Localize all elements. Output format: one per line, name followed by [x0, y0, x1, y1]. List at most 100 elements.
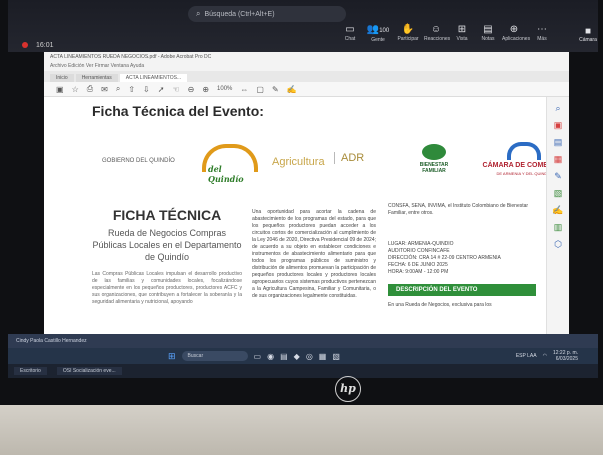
notes-button[interactable]: ▤ Notas	[476, 24, 500, 42]
bienestar-familiar-logo: BIENESTAR FAMILIAR	[412, 144, 456, 174]
taskbar-search[interactable]: Buscar	[181, 351, 248, 361]
raise-hand-button[interactable]: ✋ Participar	[396, 24, 420, 42]
file-explorer-icon[interactable]: ▤	[280, 352, 288, 361]
reactions-icon: ☺	[430, 24, 442, 35]
ficha-title: FICHA TÉCNICA	[112, 207, 222, 223]
protect-icon[interactable]: ⬡	[547, 239, 569, 250]
open-windows-strip: Escritorio OSI Socialización eve...	[8, 364, 598, 378]
raise-hand-label: Participar	[397, 36, 419, 42]
tab-herramientas[interactable]: Herramientas	[75, 74, 118, 82]
event-description-text: En una Rueda de Negocios, exclusiva para…	[388, 302, 492, 308]
edit-pdf-icon[interactable]: ▦	[547, 154, 569, 165]
laptop-base	[0, 405, 603, 455]
people-button[interactable]: 👥100 Gente	[366, 24, 390, 43]
word-icon[interactable]: ▦	[319, 352, 327, 361]
fill-sign-icon[interactable]: ✍	[547, 205, 569, 216]
view-label: Vista	[456, 36, 468, 42]
clock-date: 6/03/2025	[555, 356, 578, 362]
more-button[interactable]: ⋯ Más	[530, 24, 554, 42]
chrome-icon[interactable]: ◎	[306, 352, 313, 361]
print-icon[interactable]: ⎙	[87, 84, 93, 94]
teams-icon[interactable]: ◆	[294, 352, 300, 361]
details-column: CONSFA, SENA, INVIMA, el Instituto Colom…	[388, 203, 548, 309]
reactions-button[interactable]: ☺ Reacciones	[424, 24, 450, 42]
ficha-subtitle: Rueda de Negocios Compras Públicas Local…	[92, 228, 242, 262]
ficha-body: Las Compras Públicas Locales impulsan el…	[92, 271, 242, 305]
search-icon: ⌕	[196, 9, 201, 18]
teams-search-placeholder: Búsqueda (Ctrl+Alt+E)	[204, 10, 275, 18]
event-venue: AUDITORIO CONFINCAFE	[388, 248, 450, 254]
more-icon: ⋯	[537, 24, 547, 35]
search-tool-icon[interactable]: ⌕	[547, 103, 569, 114]
zoom-out-icon[interactable]: ⊖	[188, 85, 195, 94]
pdf-window-title: ACTA LINEAMIENTOS RUEDA NEGOCIOS.pdf - A…	[44, 52, 569, 62]
zoom-in-icon[interactable]: ⊕	[202, 85, 209, 94]
zoom-search-icon[interactable]: ⌕	[116, 84, 120, 94]
fit-icon[interactable]: ⇔	[240, 85, 248, 94]
teams-meeting-bar: ⌕ Búsqueda (Ctrl+Alt+E) 16:01 ▭ Chat 👥10…	[8, 0, 598, 52]
window-escritorio[interactable]: Escritorio	[14, 367, 47, 375]
partners-text: CONSFA, SENA, INVIMA, el Instituto Colom…	[388, 203, 529, 216]
people-icon: 👥100	[366, 24, 390, 35]
apps-label: Aplicaciones	[502, 36, 531, 42]
hp-logo: hp	[335, 376, 361, 402]
more-label: Más	[537, 36, 547, 42]
create-pdf-icon[interactable]: ▤	[547, 137, 569, 148]
export-pdf-icon[interactable]: ▣	[547, 120, 569, 131]
view-icon: ⊞	[457, 24, 467, 35]
windows-taskbar: ⊞ Buscar ▭ ◉ ▤ ◆ ◎ ▦ ▧ ESP LAA ◠ 12:22 p…	[8, 348, 598, 364]
raise-hand-icon: ✋	[401, 24, 415, 35]
chat-button[interactable]: ▭ Chat	[338, 24, 362, 42]
pdf-toolbar: ▣ ☆ ⎙ ✉ ⌕ ⇧ ⇩ ➚ ☜ ⊖ ⊕ 100% ⇔ ▢ ✎ ✍	[44, 82, 569, 97]
chat-icon: ▭	[345, 24, 355, 35]
comment-tool-icon[interactable]: ✎	[547, 171, 569, 182]
event-info: LUGAR: ARMENIA-QUINDIO AUDITORIO CONFINC…	[388, 241, 548, 276]
tab-inicio[interactable]: Inicio	[50, 74, 74, 82]
scan-icon[interactable]: ▥	[547, 222, 569, 233]
hand-tool-icon[interactable]: ☜	[172, 85, 179, 94]
comment-icon[interactable]: ▢	[256, 85, 264, 94]
tab-document[interactable]: ACTA LINEAMIENTOS...	[119, 74, 188, 82]
photo-scene: ⌕ Búsqueda (Ctrl+Alt+E) 16:01 ▭ Chat 👥10…	[0, 0, 603, 455]
star-icon[interactable]: ☆	[72, 85, 79, 94]
pdf-tab-bar: Inicio Herramientas ACTA LINEAMIENTOS...	[44, 71, 569, 82]
recording-dot-icon	[22, 42, 28, 48]
teams-search-input[interactable]: ⌕ Búsqueda (Ctrl+Alt+E)	[188, 6, 346, 22]
event-time: HORA: 9:00AM - 12:00 PM	[388, 269, 449, 275]
page-up-icon[interactable]: ⇧	[128, 85, 135, 94]
wifi-icon[interactable]: ◠	[543, 353, 547, 359]
select-cursor-icon[interactable]: ➚	[158, 85, 165, 94]
event-address: DIRECCIÓN: CRA 14 # 22-09 CENTRO ARMENIA	[388, 255, 501, 261]
save-icon[interactable]: ▣	[56, 85, 64, 94]
zoom-level[interactable]: 100%	[217, 86, 232, 92]
adr-logo: ADR	[334, 152, 364, 164]
clock[interactable]: 12:22 p. m. 6/03/2025	[553, 350, 578, 362]
sign-icon[interactable]: ✍	[287, 85, 297, 94]
mail-icon[interactable]: ✉	[101, 85, 108, 94]
ficha-column: FICHA TÉCNICA Rueda de Negocios Compras …	[92, 207, 242, 306]
organize-icon[interactable]: ▧	[547, 188, 569, 199]
people-label: Gente	[371, 37, 385, 43]
page-down-icon[interactable]: ⇩	[143, 85, 150, 94]
camera-icon: ■	[584, 26, 592, 37]
camera-label: Cámara	[579, 37, 597, 43]
task-view-icon[interactable]: ▭	[254, 352, 262, 361]
edge-icon[interactable]: ◉	[267, 352, 274, 361]
language-indicator[interactable]: ESP LAA	[516, 353, 537, 359]
pdf-menu-bar[interactable]: Archivo Edición Ver Firmar Ventana Ayuda	[44, 62, 569, 71]
agricultura-logo: Agricultura	[272, 156, 325, 168]
notes-icon: ▤	[483, 24, 493, 35]
pen-icon[interactable]: ✎	[272, 85, 279, 94]
system-tray: ESP LAA ◠ 12:22 p. m. 6/03/2025	[516, 350, 578, 362]
window-socializacion[interactable]: OSI Socialización eve...	[56, 367, 122, 375]
acrobat-icon[interactable]: ▧	[332, 352, 340, 361]
windows-start-icon[interactable]: ⊞	[168, 351, 176, 362]
camera-button[interactable]: ■ Cámara	[574, 26, 602, 46]
bienestar-emblem	[422, 144, 446, 160]
view-button[interactable]: ⊞ Vista	[450, 24, 474, 42]
apps-button[interactable]: ⊕ Aplicaciones	[502, 24, 530, 42]
event-place: LUGAR: ARMENIA-QUINDIO	[388, 241, 454, 247]
mcq-logo: del Quindío	[202, 142, 258, 184]
chat-label: Chat	[344, 36, 356, 42]
event-date: FECHA: 6 DE JUNIO 2025	[388, 262, 448, 268]
